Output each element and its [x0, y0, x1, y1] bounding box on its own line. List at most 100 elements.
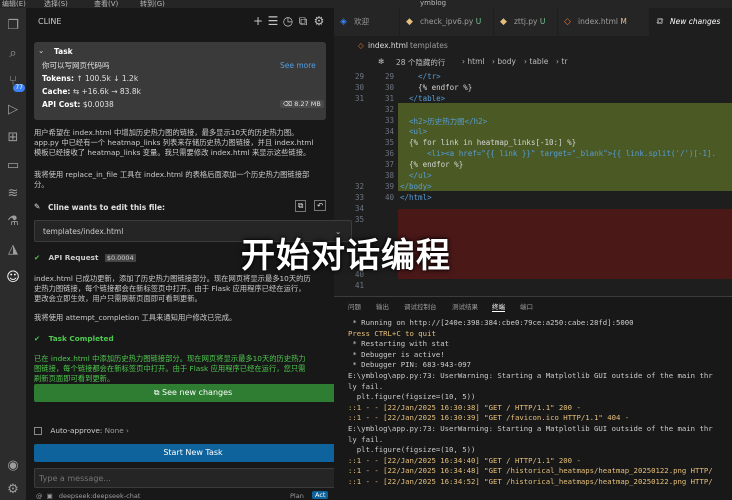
terminal-line: * Debugger is active! — [348, 349, 445, 359]
plan-toggle[interactable]: Plan — [290, 492, 304, 500]
settings-gear-icon[interactable]: ⚙ — [5, 482, 21, 498]
tokens-row: Tokens: ↑ 100.5k ↓ 1.2k — [42, 74, 139, 83]
start-new-task-button[interactable]: Start New Task — [34, 444, 352, 462]
line-number-modified: 40 — [384, 193, 394, 202]
chevron-right-icon: › — [126, 426, 129, 435]
chat-input-box[interactable]: ➤ — [34, 468, 352, 488]
breadcrumb-tr[interactable]: › tr — [556, 57, 567, 66]
collapse-icon[interactable]: ✻ — [378, 57, 384, 66]
search-icon[interactable]: ⌕ — [5, 46, 21, 62]
chevron-down-icon[interactable]: ⌄ — [38, 46, 44, 55]
task-card[interactable]: ⌄ Task 你可以写网页代码吗 See more Tokens: ↑ 100.… — [34, 42, 326, 120]
image-icon[interactable]: ▣ — [47, 492, 53, 500]
tab-index-html[interactable]: ◇ index.html M — [558, 8, 650, 36]
tab-zttj[interactable]: ◆ zttj.py U — [494, 8, 558, 36]
chat-input[interactable] — [39, 471, 309, 486]
edit-request-header: ✎ Cline wants to edit this file: ⧉ ↶ — [34, 200, 327, 217]
tab-debug-console[interactable]: 调试控制台 — [404, 301, 437, 311]
line-number-modified: 35 — [384, 138, 394, 147]
terminal-line: ly fail. — [348, 434, 384, 444]
html-icon: ◇ — [358, 41, 364, 50]
terminal-line: * Running on http://[240e:398:384:cbe0:7… — [348, 318, 634, 327]
editor-tabs: ◈ 欢迎 ◆ check_ipv6.py U ◆ zttj.py U ◇ index.h… — [334, 8, 732, 36]
code-line: </html> — [400, 193, 432, 202]
completion-message: 已在 index.html 中添加历史热力图链接部分。现在网页将显示最多10天的… — [34, 354, 306, 383]
tab-problems[interactable]: 问题 — [348, 301, 361, 311]
files-icon[interactable]: ❐ — [5, 18, 21, 34]
terminal-line: * Restarting with stat — [348, 339, 450, 349]
tab-welcome[interactable]: ◈ 欢迎 — [334, 8, 400, 36]
new-task-plus-icon[interactable]: + — [252, 14, 264, 28]
assistant-message-2: 我将使用 replace_in_file 工具在 index.html 的表格后… — [34, 170, 310, 189]
code-line: {% endfor %} — [400, 83, 473, 92]
terminal-line: plt.figure(figsize=(10, 5)) — [348, 445, 476, 455]
line-number-original: 31 — [354, 94, 364, 103]
code-line: </tr> — [400, 72, 441, 81]
code-line: <li><a href="{{ link }}" target="_blank"… — [400, 149, 717, 158]
at-mention-icon[interactable]: @ — [36, 492, 43, 500]
api-request-cost: $0.0004 — [104, 254, 136, 262]
popout-icon[interactable]: ⧉ — [297, 14, 309, 28]
auto-approve-row[interactable]: Auto-approve: None › — [34, 426, 326, 436]
extensions-icon[interactable]: ⊞ — [5, 130, 21, 146]
code-line: </body> — [400, 182, 432, 191]
history-icon[interactable]: ◷ — [282, 14, 294, 28]
see-new-changes-button[interactable]: ⧉ See new changes — [34, 384, 352, 402]
tab-ports[interactable]: 端口 — [520, 301, 533, 311]
line-number-original: 30 — [354, 83, 364, 92]
python-icon: ◆ — [500, 17, 507, 27]
chat-footer: @ ▣ deepseek:deepseek-chat Plan Act — [36, 491, 356, 500]
terminal-line: ::1 - - [22/Jan/2025 16:34:48] "GET /his… — [348, 466, 713, 476]
cline-header: CLINE + ☰ ◷ ⧉ ⚙ — [26, 8, 334, 34]
model-selector[interactable]: deepseek:deepseek-chat — [59, 492, 141, 500]
breadcrumb-body[interactable]: › body — [492, 57, 516, 66]
code-line: </table> — [400, 94, 446, 103]
settings-icon[interactable]: ⚙ — [313, 14, 325, 28]
terminal-line: E:\ymblog\app.py:73: UserWarning: Starti… — [348, 424, 713, 433]
diff-icon: ⧉ — [656, 17, 663, 27]
line-number-original: 29 — [354, 72, 364, 81]
terminal-line: ::1 - - [22/Jan/2025 16:30:38] "GET / HT… — [348, 402, 581, 412]
source-control-icon[interactable]: ⑂ 77 — [5, 74, 25, 92]
account-icon[interactable]: ◉ — [5, 458, 21, 474]
tab-output[interactable]: 输出 — [376, 301, 389, 311]
mcp-servers-icon[interactable]: ☰ — [267, 14, 279, 28]
act-toggle[interactable]: Act — [312, 491, 329, 499]
terminal-line: ::1 - - [22/Jan/2025 16:30:39] "GET /fav… — [348, 413, 630, 423]
terminal-line: E:\ymblog\app.py:73: UserWarning: Starti… — [348, 371, 713, 380]
database-icon[interactable]: ≋ — [5, 186, 21, 202]
breadcrumb-table[interactable]: › table — [524, 57, 548, 66]
breadcrumb-path: ✻ 28 个隐藏的行 › html › body › table › tr — [334, 54, 732, 70]
test-icon[interactable]: ⚗ — [5, 214, 21, 230]
task-completed-header: ✔ Task Completed — [34, 334, 114, 343]
terminal-line: ly fail. — [348, 381, 384, 391]
task-text: 你可以写网页代码吗 — [42, 61, 110, 70]
tab-terminal[interactable]: 终端 — [492, 301, 505, 312]
code-line: <h2>历史热力图</h2> — [400, 117, 488, 126]
code-line: {% for link in heatmap_links[-10:] %} — [400, 138, 577, 147]
undo-icon[interactable]: ↶ — [314, 200, 327, 211]
open-file-icon[interactable]: ⧉ — [295, 200, 307, 212]
cline-icon[interactable]: ☺ — [5, 270, 21, 286]
tab-test-results[interactable]: 测试结果 — [452, 301, 478, 311]
cache-row: Cache: ⇆ +16.6k → 83.8k — [42, 87, 141, 96]
hidden-lines[interactable]: 28 个隐藏的行 — [396, 57, 445, 68]
breadcrumb-file: ◇ index.html templates — [358, 41, 448, 50]
html-icon: ◇ — [564, 17, 571, 27]
task-size-badge[interactable]: ⌫ 8.27 MB — [280, 100, 324, 108]
line-number-modified: 33 — [384, 116, 394, 125]
tab-new-changes[interactable]: ⧉ New changes — [650, 8, 732, 36]
check-icon: ✔ — [34, 334, 41, 343]
breadcrumb-html[interactable]: › html — [462, 57, 484, 66]
deploy-icon[interactable]: ◮ — [5, 242, 21, 258]
line-number-modified: 37 — [384, 160, 394, 169]
assistant-message-4: 我将使用 attempt_completion 工具来通知用户修改已完成。 — [34, 313, 237, 322]
terminal-output[interactable]: * Running on http://[240e:398:384:cbe0:7… — [334, 314, 732, 500]
menu-bar: 编辑(E) 选择(S) 查看(V) 转到(G) ymblog — [0, 0, 732, 8]
auto-approve-checkbox[interactable] — [34, 427, 42, 435]
tab-check-ipv6[interactable]: ◆ check_ipv6.py U — [400, 8, 494, 36]
run-debug-icon[interactable]: ▷ — [5, 102, 21, 118]
remote-icon[interactable]: ▭ — [5, 158, 21, 174]
line-number-modified: 31 — [384, 94, 394, 103]
see-more-link[interactable]: See more — [280, 61, 316, 70]
